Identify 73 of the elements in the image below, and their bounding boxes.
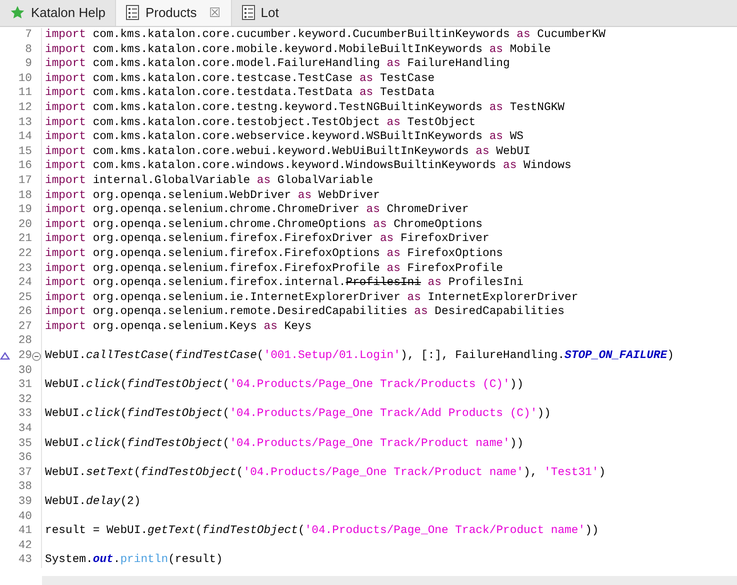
line-number: 8 [25, 42, 32, 58]
line-number: 32 [18, 392, 32, 408]
line-number: 35 [18, 436, 32, 452]
code-line: WebUI.callTestCase(findTestCase('001.Setup/01.Login'), [:], FailureHandling.STOP_ON_FAILURE) [44, 349, 674, 364]
line-number: 19 [18, 203, 32, 218]
editor-tab[interactable]: Lot [232, 0, 289, 26]
line-number: 10 [18, 72, 32, 86]
code-line: import com.kms.katalon.core.testcase.TestCase as TestCase [44, 72, 435, 86]
line-number: 23 [18, 262, 32, 276]
star-icon [10, 5, 25, 20]
line-number: 7 [25, 28, 32, 43]
line-number: 25 [18, 290, 32, 306]
code-line: WebUI.click(findTestObject('04.Products/Page_One Track/Add Products (C)')) [44, 407, 551, 422]
code-line: import com.kms.katalon.core.webservice.keyword.WSBuiltInKeywords as WS [44, 130, 524, 145]
code-line: import org.openqa.selenium.remote.DesiredCapabilities as DesiredCapabilities [44, 305, 565, 320]
line-number: 18 [18, 188, 32, 204]
line-number: 30 [18, 364, 32, 378]
line-number: 39 [18, 495, 32, 510]
line-number: 12 [18, 100, 32, 116]
code-line: import com.kms.katalon.core.testdata.TestData as TestData [44, 86, 435, 101]
code-line: import org.openqa.selenium.Keys as Keys [44, 320, 312, 334]
line-number: 14 [18, 130, 32, 145]
code-line: import com.kms.katalon.core.testobject.TestObject as TestObject [44, 116, 476, 130]
collapse-icon[interactable] [32, 352, 41, 362]
line-number: 17 [18, 174, 32, 189]
line-number: 27 [18, 320, 32, 334]
line-number: 21 [18, 232, 32, 247]
editor-tab[interactable]: Products ☒ [115, 0, 232, 26]
line-number: 29 [18, 349, 32, 364]
code-line: result = WebUI.getText(findTestObject('04.Products/Page_One Track/Product name')) [44, 524, 599, 539]
code-line: import org.openqa.selenium.WebDriver as WebDriver [44, 188, 380, 204]
code-line: import org.openqa.selenium.chrome.ChromeDriver as ChromeDriver [44, 203, 469, 218]
code-line: import com.kms.katalon.core.cucumber.keyword.CucumberBuiltinKeywords as CucumberKW [44, 28, 606, 43]
code-line: import internal.GlobalVariable as GlobalVariable [44, 174, 374, 189]
code-line: import com.kms.katalon.core.testng.keyword.TestNGBuiltinKeywords as TestNGKW [44, 100, 565, 116]
code-line: import org.openqa.selenium.firefox.FirefoxProfile as FirefoxProfile [44, 262, 503, 276]
code-line: import org.openqa.selenium.chrome.ChromeOptions as ChromeOptions [44, 218, 482, 232]
line-number: 28 [18, 334, 32, 350]
code-line: WebUI.click(findTestObject('04.Products/Page_One Track/Product name')) [44, 436, 524, 452]
line-number: 41 [18, 524, 32, 539]
document-list-icon [242, 5, 255, 20]
line-number: 13 [18, 116, 32, 130]
line-number: 26 [18, 305, 32, 320]
line-number: 37 [18, 466, 32, 480]
code-line: import org.openqa.selenium.firefox.FirefoxOptions as FirefoxOptions [44, 246, 503, 262]
code-line: WebUI.delay(2) [44, 495, 141, 510]
line-number: 38 [18, 480, 32, 495]
line-number: 20 [18, 218, 32, 232]
editor-tab[interactable]: Katalon Help [0, 0, 116, 26]
line-number: 43 [18, 553, 32, 568]
line-number: 11 [18, 86, 32, 101]
line-number: 42 [18, 538, 32, 554]
code-line: import com.kms.katalon.core.model.FailureHandling as FailureHandling [44, 57, 510, 72]
code-line: import com.kms.katalon.core.webui.keyword.WebUiBuiltInKeywords as WebUI [44, 144, 530, 160]
line-number: 16 [18, 159, 32, 174]
line-number: 34 [18, 422, 32, 437]
code-line: import org.openqa.selenium.firefox.internal.ProfilesIni as ProfilesIni [44, 276, 524, 291]
line-number: 40 [18, 510, 32, 524]
line-number: 15 [18, 144, 32, 160]
code-line: import org.openqa.selenium.firefox.FirefoxDriver as FirefoxDriver [44, 232, 490, 247]
line-number: 22 [18, 246, 32, 262]
code-line: import org.openqa.selenium.ie.InternetExplorerDriver as InternetExplorerDriver [44, 290, 578, 306]
document-list-icon [126, 5, 140, 20]
line-number: 36 [18, 451, 32, 466]
code-line: import com.kms.katalon.core.mobile.keyword.MobileBuiltInKeywords as Mobile [44, 42, 551, 58]
line-number: 9 [25, 57, 32, 72]
line-number: 31 [18, 378, 32, 393]
code-line: WebUI.click(findTestObject('04.Products/Page_One Track/Products (C)')) [44, 378, 524, 393]
line-number: 24 [18, 276, 32, 291]
code-line: System.out.println(result) [44, 553, 223, 568]
code-line: import com.kms.katalon.core.windows.keyword.WindowsBuiltinKeywords as Windows [44, 159, 572, 174]
line-number: 33 [18, 407, 32, 422]
code-line: WebUI.setText(findTestObject('04.Products/Page_One Track/Product name'), 'Test31') [44, 466, 606, 480]
